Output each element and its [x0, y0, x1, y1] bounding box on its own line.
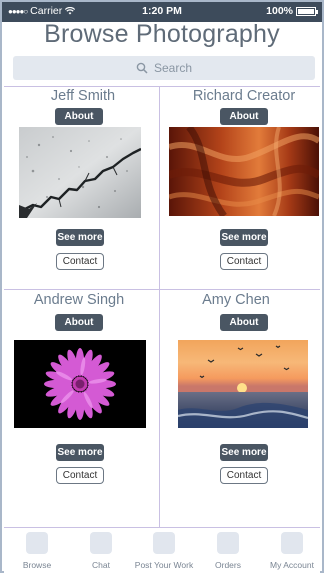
search-bar[interactable]: Search: [13, 56, 315, 80]
tab-label: Orders: [215, 560, 241, 570]
contact-button[interactable]: Contact: [56, 253, 104, 270]
about-button[interactable]: About: [55, 314, 103, 331]
tab-orders[interactable]: Orders: [198, 532, 258, 570]
photo-red-canyon[interactable]: [169, 127, 319, 216]
tab-chat[interactable]: Chat: [71, 532, 131, 570]
photo-cracked-ice[interactable]: [19, 127, 141, 218]
photographer-card: Amy Chen About See more Contact: [161, 291, 311, 527]
see-more-button[interactable]: See more: [56, 444, 104, 461]
about-button[interactable]: About: [220, 108, 268, 125]
photographer-card: Richard Creator About See more Contact: [161, 88, 319, 288]
orders-icon: [217, 532, 239, 554]
tab-label: Browse: [22, 560, 52, 570]
page-title: Browse Photography: [44, 20, 280, 48]
about-button[interactable]: About: [55, 108, 103, 125]
photographer-card: Jeff Smith About See more Contact: [8, 88, 158, 288]
photographer-name: Andrew Singh: [33, 292, 125, 308]
account-icon: [281, 532, 303, 554]
about-button[interactable]: About: [220, 314, 268, 331]
see-more-button[interactable]: See more: [56, 229, 104, 246]
battery-icon: [296, 6, 318, 16]
photographer-name: Amy Chen: [202, 292, 270, 308]
browse-icon: [26, 532, 48, 554]
contact-button[interactable]: Contact: [220, 253, 268, 270]
tab-label: Chat: [92, 560, 110, 570]
grid-divider: [4, 86, 320, 87]
battery-percent: 100%: [266, 5, 293, 17]
chat-icon: [90, 532, 112, 554]
photographer-card: Andrew Singh About See more Contact: [4, 291, 154, 527]
see-more-button[interactable]: See more: [220, 229, 268, 246]
tab-my-account[interactable]: My Account: [262, 532, 322, 570]
status-bar: ●●●●○ Carrier 1:20 PM 100%: [2, 2, 322, 22]
contact-button[interactable]: Contact: [220, 467, 268, 484]
search-placeholder: Search: [153, 61, 193, 75]
tab-browse[interactable]: Browse: [7, 532, 67, 570]
grid-divider: [4, 289, 320, 290]
status-right: 100%: [266, 5, 318, 17]
post-icon: [153, 532, 175, 554]
tab-post-your-work[interactable]: Post Your Work: [134, 532, 194, 570]
tab-label: Post Your Work: [134, 560, 194, 570]
tab-bar: Browse Chat Post Your Work Orders My Acc…: [4, 528, 320, 573]
photo-ocean-sunset[interactable]: [178, 340, 308, 428]
app-frame: ●●●●○ Carrier 1:20 PM 100% Browse Photog…: [0, 0, 324, 573]
contact-button[interactable]: Contact: [56, 467, 104, 484]
photographer-name: Richard Creator: [192, 88, 296, 104]
grid-divider: [159, 86, 160, 527]
search-icon: [136, 62, 148, 74]
tab-label: My Account: [270, 560, 314, 570]
photo-pink-daisy[interactable]: [14, 340, 146, 428]
photographer-name: Jeff Smith: [50, 88, 116, 104]
see-more-button[interactable]: See more: [220, 444, 268, 461]
